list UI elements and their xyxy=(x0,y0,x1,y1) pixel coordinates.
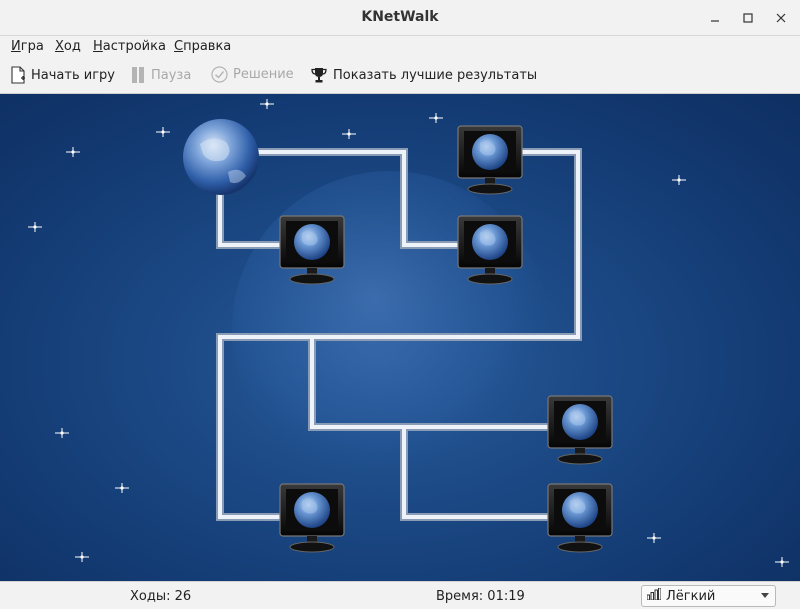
minimize-icon[interactable] xyxy=(705,8,725,28)
highscores-button[interactable]: Показать лучшие результаты xyxy=(310,66,537,84)
network-cables xyxy=(216,148,584,521)
toolbar: Начать игру Пауза Решение Показать лучши… xyxy=(0,58,800,94)
highscores-label: Показать лучшие результаты xyxy=(333,67,538,83)
computer-icon[interactable] xyxy=(457,125,523,195)
menu-help-mnemonic: С xyxy=(174,39,184,54)
computer-icon[interactable] xyxy=(279,483,345,553)
status-bar: Ходы: 26 Время: 01:19 Лёгкий xyxy=(0,581,800,609)
signal-bars-icon xyxy=(646,587,662,604)
window-title: KNetWalk xyxy=(361,9,439,25)
solve-label: Решение xyxy=(233,67,294,82)
menu-help[interactable]: Справка xyxy=(174,39,231,54)
chevron-down-icon xyxy=(761,593,769,598)
knetwalk-window: KNetWalk Игра Ход Настройка Справка Нача… xyxy=(0,0,800,609)
game-board[interactable] xyxy=(0,94,800,581)
menu-move[interactable]: Ход xyxy=(55,39,81,54)
difficulty-select[interactable]: Лёгкий xyxy=(641,585,776,607)
menu-bar: Игра Ход Настройка Справка xyxy=(0,36,800,58)
menu-game-label: гра xyxy=(20,39,44,54)
computer-icon[interactable] xyxy=(547,395,613,465)
menu-game-mnemonic: И xyxy=(11,39,21,54)
pause-icon xyxy=(130,66,146,84)
new-game-button[interactable]: Начать игру xyxy=(10,66,115,84)
menu-settings[interactable]: Настройка xyxy=(93,39,166,54)
menu-settings-mnemonic: Н xyxy=(93,39,103,54)
menu-move-mnemonic: Х xyxy=(55,39,64,54)
title-bar: KNetWalk xyxy=(0,0,800,36)
computer-icon[interactable] xyxy=(547,483,613,553)
pause-button[interactable]: Пауза xyxy=(130,66,191,84)
server-globe-icon[interactable] xyxy=(183,119,259,195)
elapsed-time: Время: 01:19 xyxy=(436,589,525,604)
pause-label: Пауза xyxy=(151,67,192,83)
trophy-icon xyxy=(310,66,328,84)
checkmark-icon xyxy=(211,66,228,83)
new-document-icon xyxy=(10,66,26,84)
solve-button[interactable]: Решение xyxy=(211,66,294,83)
maximize-icon[interactable] xyxy=(738,8,758,28)
close-icon[interactable] xyxy=(771,8,791,28)
difficulty-value: Лёгкий xyxy=(666,588,716,604)
moves-counter: Ходы: 26 xyxy=(130,589,192,604)
menu-move-label: од xyxy=(63,39,81,54)
menu-game[interactable]: Игра xyxy=(11,39,44,54)
new-game-label: Начать игру xyxy=(31,67,115,83)
menu-help-label: правка xyxy=(183,39,232,54)
board-canvas[interactable] xyxy=(0,94,800,581)
menu-settings-label: астройка xyxy=(102,39,166,54)
